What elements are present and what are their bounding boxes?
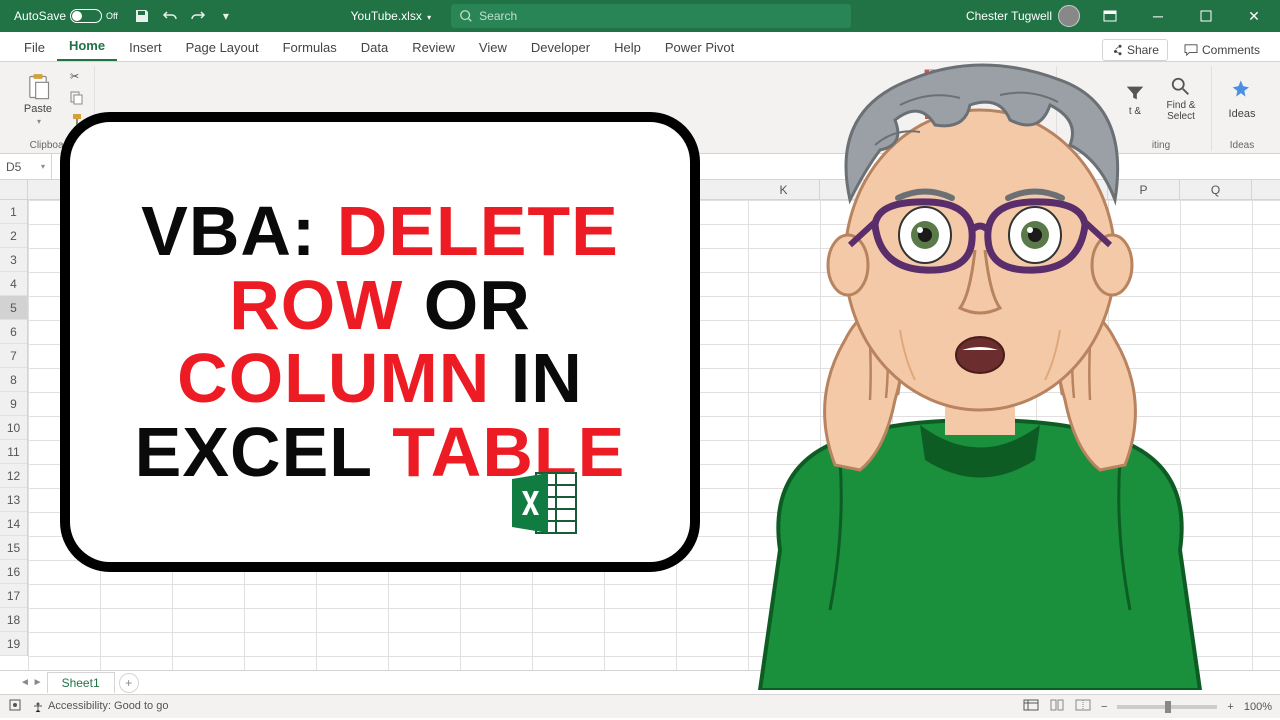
tab-home[interactable]: Home <box>57 32 117 61</box>
status-bar: Accessibility: Good to go − + 100% <box>0 694 1280 718</box>
sheet-tab[interactable]: Sheet1 <box>47 672 115 693</box>
toggle-icon <box>70 9 102 23</box>
zoom-out-button[interactable]: − <box>1101 701 1107 713</box>
scissors-icon: ✂ <box>70 70 79 83</box>
select-all-button[interactable] <box>0 180 28 200</box>
view-break-icon[interactable] <box>1075 699 1091 714</box>
autosave-state: Off <box>106 11 118 21</box>
tab-view[interactable]: View <box>467 34 519 61</box>
avatar-icon <box>1058 5 1080 27</box>
bubble-word: IN <box>490 339 582 417</box>
record-macro-icon[interactable] <box>8 698 22 715</box>
bubble-word: DELETE <box>337 192 619 270</box>
row-header[interactable]: 9 <box>0 392 27 416</box>
copy-button[interactable] <box>66 88 88 108</box>
accessibility-status[interactable]: Accessibility: Good to go <box>32 700 168 712</box>
title-bar: AutoSave Off ▾ YouTube.xlsx ▾ Search Che… <box>0 0 1280 32</box>
row-header[interactable]: 13 <box>0 488 27 512</box>
tab-help[interactable]: Help <box>602 34 653 61</box>
undo-icon[interactable] <box>160 6 180 26</box>
autosave-toggle[interactable]: AutoSave Off <box>8 7 124 25</box>
titlebar-left: AutoSave Off ▾ <box>0 6 236 26</box>
user-badge[interactable]: Chester Tugwell <box>966 5 1080 27</box>
ribbon-display-icon[interactable] <box>1092 4 1128 28</box>
tab-insert[interactable]: Insert <box>117 34 174 61</box>
maximize-icon[interactable] <box>1188 4 1224 28</box>
view-normal-icon[interactable] <box>1023 699 1039 714</box>
row-header[interactable]: 2 <box>0 224 27 248</box>
username: Chester Tugwell <box>966 9 1052 23</box>
close-icon[interactable]: ✕ <box>1236 4 1272 28</box>
zoom-in-button[interactable]: + <box>1227 701 1233 713</box>
titlebar-center: YouTube.xlsx ▾ Search <box>236 4 966 28</box>
speech-bubble: VBA: DELETE ROW OR COLUMN IN EXCEL TABLE <box>60 112 700 572</box>
minimize-icon[interactable]: ─ <box>1140 4 1176 28</box>
search-placeholder: Search <box>479 9 517 23</box>
bubble-word: VBA: <box>141 192 337 270</box>
view-page-icon[interactable] <box>1049 699 1065 714</box>
row-header[interactable]: 18 <box>0 608 27 632</box>
titlebar-right: Chester Tugwell ─ ✕ <box>966 4 1280 28</box>
filename: YouTube.xlsx ▾ <box>351 9 432 23</box>
row-header[interactable]: 19 <box>0 632 27 656</box>
bubble-word: ROW <box>229 266 403 344</box>
cartoon-avatar <box>700 50 1260 690</box>
autosave-label: AutoSave <box>14 9 66 23</box>
name-box[interactable]: D5 <box>0 154 52 179</box>
row-header[interactable]: 10 <box>0 416 27 440</box>
bubble-word: OR <box>403 266 530 344</box>
tab-formulas[interactable]: Formulas <box>271 34 349 61</box>
sheet-nav[interactable]: ◄ ► <box>20 677 43 688</box>
tab-page-layout[interactable]: Page Layout <box>174 34 271 61</box>
row-headers: 1 2 3 4 5 6 7 8 9 10 11 12 13 14 15 16 1… <box>0 200 28 656</box>
paste-button[interactable]: Paste ▾ <box>14 66 62 132</box>
row-header[interactable]: 14 <box>0 512 27 536</box>
bubble-text: VBA: DELETE ROW OR COLUMN IN EXCEL TABLE <box>110 195 650 489</box>
row-header[interactable]: 8 <box>0 368 27 392</box>
excel-logo-icon <box>508 469 580 542</box>
save-icon[interactable] <box>132 6 152 26</box>
row-header[interactable]: 3 <box>0 248 27 272</box>
row-header[interactable]: 6 <box>0 320 27 344</box>
row-header[interactable]: 4 <box>0 272 27 296</box>
zoom-slider[interactable] <box>1117 705 1217 709</box>
row-header[interactable]: 17 <box>0 584 27 608</box>
row-header-selected[interactable]: 5 <box>0 296 27 320</box>
tab-developer[interactable]: Developer <box>519 34 602 61</box>
redo-icon[interactable] <box>188 6 208 26</box>
search-input[interactable]: Search <box>451 4 851 28</box>
row-header[interactable]: 1 <box>0 200 27 224</box>
add-sheet-button[interactable]: + <box>119 673 139 693</box>
tab-file[interactable]: File <box>12 34 57 61</box>
tab-data[interactable]: Data <box>349 34 400 61</box>
zoom-level[interactable]: 100% <box>1244 701 1272 713</box>
row-header[interactable]: 12 <box>0 464 27 488</box>
row-header[interactable]: 7 <box>0 344 27 368</box>
bubble-word: EXCEL <box>135 413 393 491</box>
paste-label: Paste <box>24 103 52 115</box>
row-header[interactable]: 16 <box>0 560 27 584</box>
cut-button[interactable]: ✂ <box>66 66 88 86</box>
tab-review[interactable]: Review <box>400 34 467 61</box>
qat-more-icon[interactable]: ▾ <box>216 6 236 26</box>
row-header[interactable]: 11 <box>0 440 27 464</box>
bubble-word: COLUMN <box>177 339 490 417</box>
row-header[interactable]: 15 <box>0 536 27 560</box>
